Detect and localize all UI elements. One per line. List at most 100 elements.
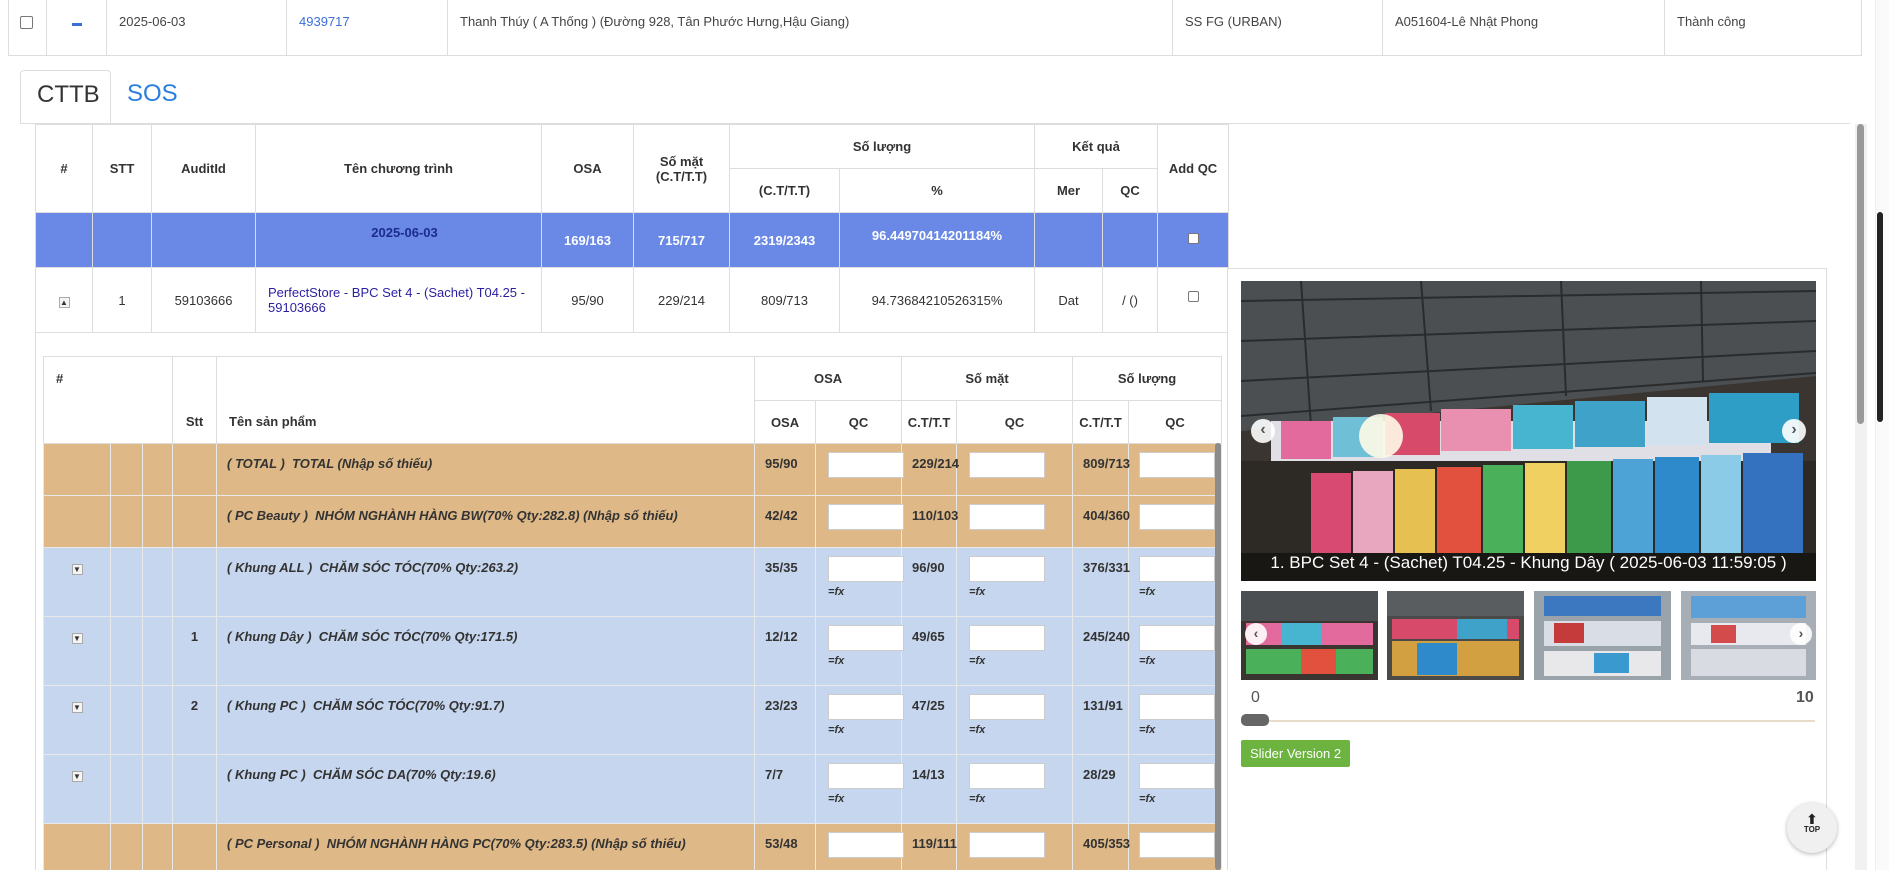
summary-date: 2025-06-03 (255, 212, 542, 268)
soluong-qc-cell: =fx (1128, 685, 1223, 755)
prev-arrow-icon[interactable]: ‹ (1251, 419, 1275, 443)
slider-track[interactable] (1241, 720, 1815, 722)
osa-qc-input[interactable] (828, 625, 905, 651)
collapse-up-icon[interactable]: ▲ (58, 296, 70, 308)
osa-qc-cell: =fx (815, 685, 905, 755)
somat-qc-input[interactable] (969, 763, 1046, 789)
visit-row: 2025-06-03 4939717 Thanh Thúy ( A Thống … (8, 0, 1862, 56)
back-to-top-button[interactable]: ⬆ TOP (1787, 803, 1837, 853)
product-soluong: 28/29 (1072, 754, 1130, 824)
osa-qc-cell: =fx (815, 754, 905, 824)
next-arrow-icon[interactable]: › (1782, 419, 1806, 443)
tab-sos[interactable]: SOS (127, 70, 194, 124)
expand-cell: ▼ (43, 685, 111, 755)
soluong-qc-input[interactable] (1139, 625, 1216, 651)
product-name: ( Khung PC ) CHĂM SÓC DA(70% Qty:19.6) (216, 754, 756, 824)
product-somat: 14/13 (901, 754, 958, 824)
tab-cttb[interactable]: CTTB (20, 70, 111, 124)
content-scrollbar-thumb[interactable] (1857, 124, 1864, 424)
expand-down-icon[interactable]: ▼ (71, 564, 83, 575)
summary-soluong: 2319/2343 (729, 212, 840, 268)
thumbnail-2[interactable] (1387, 591, 1524, 680)
osa-qc-cell (815, 443, 905, 496)
slider-handle[interactable] (1241, 714, 1269, 726)
osa-qc-input[interactable] (828, 694, 905, 720)
product-osa: 53/48 (754, 823, 817, 870)
product-name: ( Khung PC ) CHĂM SÓC TÓC(70% Qty:91.7) (216, 685, 756, 755)
col-addqc: Add QC (1157, 124, 1230, 213)
program-table: # STT AuditId Tên chương trình OSA Số mặ… (35, 124, 1230, 333)
thumbnail-3[interactable] (1534, 591, 1671, 680)
thumbnail-3-image (1534, 591, 1671, 680)
expand-cell (43, 495, 111, 548)
product-osa: 35/35 (754, 547, 817, 617)
soluong-qc-input[interactable] (1139, 832, 1216, 858)
collapse-icon[interactable] (71, 23, 82, 26)
visit-date: 2025-06-03 (106, 0, 287, 56)
slider-min-label: 0 (1251, 689, 1260, 706)
expand-down-icon[interactable]: ▼ (71, 702, 83, 713)
osa-qc-input[interactable] (828, 504, 905, 530)
product-osa: 23/23 (754, 685, 817, 755)
soluong-qc-input[interactable] (1139, 504, 1216, 530)
osa-qc-input[interactable] (828, 452, 905, 478)
soluong-qc-input[interactable] (1139, 556, 1216, 582)
soluong-qc-input[interactable] (1139, 694, 1216, 720)
col-audit: AuditId (151, 124, 256, 213)
sub-col-somat-qc: QC (956, 400, 1074, 444)
sub-col-osa-qc: QC (815, 400, 903, 444)
somat-qc-cell (956, 823, 1074, 870)
expand-down-icon[interactable]: ▼ (71, 633, 83, 644)
program-name[interactable]: PerfectStore - BPC Set 4 - (Sachet) T04.… (255, 267, 542, 333)
page-root: 2025-06-03 4939717 Thanh Thúy ( A Thống … (0, 0, 1889, 870)
somat-qc-input[interactable] (969, 556, 1046, 582)
staff: A051604-Lê Nhật Phong (1382, 0, 1665, 56)
visit-id-link[interactable]: 4939717 (286, 0, 448, 56)
somat-qc-cell: =fx (956, 685, 1074, 755)
sub-col-somat-ctt: C.T/T.T (901, 400, 958, 444)
somat-qc-cell (956, 443, 1074, 496)
sub-col-osa: OSA (754, 356, 903, 401)
table-scrollbar[interactable] (1215, 443, 1221, 870)
thumbnail-1[interactable]: ‹ (1241, 591, 1378, 680)
product-stt (172, 495, 218, 548)
product-row: ▼ 1( Khung Dây ) CHĂM SÓC TÓC(70% Qty:171… (43, 616, 1223, 686)
expand-cell: ▲ (35, 267, 93, 333)
product-osa: 95/90 (754, 443, 817, 496)
col-ketqua: Kết quả (1033, 124, 1159, 169)
program-osa: 95/90 (541, 267, 634, 333)
product-table: # OSA Số mặt Số lượng Stt Tên sản phẩm O… (42, 356, 1223, 870)
thumbnail-4[interactable]: › (1681, 591, 1816, 680)
expand-cell: ▼ (43, 547, 111, 617)
slider-version-button[interactable]: Slider Version 2 (1241, 740, 1351, 767)
summary-checkbox[interactable] (1187, 233, 1199, 245)
program-row: ▲ 1 59103666 PerfectStore - BPC Set 4 - … (35, 267, 1230, 333)
somat-qc-input[interactable] (969, 452, 1046, 478)
page-scrollbar-track[interactable] (1875, 0, 1889, 870)
program-checkbox[interactable] (1187, 291, 1199, 303)
product-stt (172, 547, 218, 617)
thumb-next-arrow-icon[interactable]: › (1790, 623, 1812, 645)
somat-qc-input[interactable] (969, 504, 1046, 530)
col-mer: Mer (1034, 168, 1103, 213)
soluong-qc-input[interactable] (1139, 452, 1216, 478)
osa-qc-input[interactable] (828, 763, 905, 789)
row-checkbox-cell (8, 0, 47, 56)
somat-qc-input[interactable] (969, 694, 1046, 720)
row-checkbox[interactable] (20, 16, 33, 30)
expand-cell (43, 823, 111, 870)
somat-qc-input[interactable] (969, 832, 1046, 858)
soluong-qc-cell: =fx (1128, 754, 1223, 824)
sub-col-osa-osa: OSA (754, 400, 817, 444)
photo-caption: 1. BPC Set 4 - (Sachet) T04.25 - Khung D… (1270, 553, 1787, 572)
somat-qc-input[interactable] (969, 625, 1046, 651)
soluong-qc-cell (1128, 823, 1223, 870)
soluong-qc-input[interactable] (1139, 763, 1216, 789)
thumb-prev-arrow-icon[interactable]: ‹ (1245, 623, 1267, 645)
page-scrollbar-thumb[interactable] (1877, 212, 1883, 422)
product-osa: 7/7 (754, 754, 817, 824)
product-rows: ( TOTAL ) TOTAL (Nhập số thiếu) 95/90 229/… (43, 443, 1223, 870)
osa-qc-input[interactable] (828, 556, 905, 582)
expand-down-icon[interactable]: ▼ (71, 771, 83, 782)
osa-qc-input[interactable] (828, 832, 905, 858)
